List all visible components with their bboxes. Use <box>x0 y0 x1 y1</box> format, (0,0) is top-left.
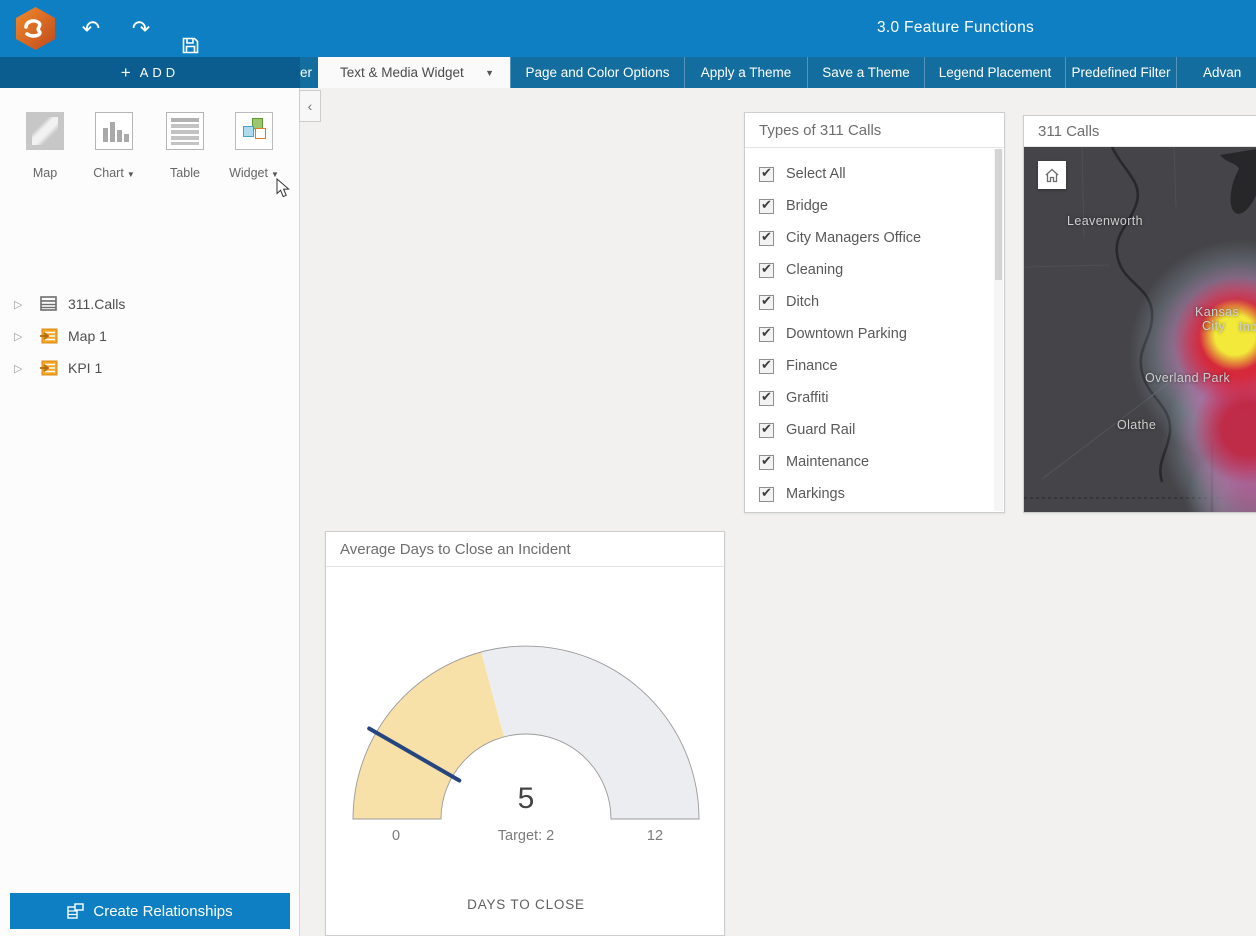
tree-item-311-calls[interactable]: ▷ 311.Calls <box>0 288 300 320</box>
dashboard-logo <box>16 7 55 50</box>
page-title: 3.0 Feature Functions <box>877 19 1035 36</box>
relationships-icon <box>67 903 85 919</box>
gauge-target-label: Target: 2 <box>497 828 555 844</box>
tab-text-media-widget[interactable]: Text & Media Widget ▼ <box>318 57 510 88</box>
table-icon <box>40 296 57 311</box>
checkbox-checked-icon[interactable] <box>759 325 774 342</box>
home-icon <box>1045 168 1059 182</box>
checkbox-checked-icon[interactable] <box>759 485 774 502</box>
checkbox-checked-icon[interactable] <box>759 261 774 278</box>
checkbox-row-bridge[interactable]: Bridge <box>745 190 1004 222</box>
map-label-city: City <box>1202 319 1226 333</box>
table-icon <box>166 112 204 150</box>
widget-squares-icon <box>235 112 273 150</box>
panel-title: Average Days to Close an Incident <box>326 532 724 567</box>
add-button[interactable]: + ADD <box>0 57 300 88</box>
checkbox-checked-icon[interactable] <box>759 421 774 438</box>
create-relationships-button[interactable]: Create Relationships <box>10 893 290 929</box>
types-of-311-calls-panel: Types of 311 Calls Select All Bridge Cit… <box>744 112 1005 513</box>
checkbox-checked-icon[interactable] <box>759 165 774 182</box>
gauge-footer-label: DAYS TO CLOSE <box>467 897 585 912</box>
gauge-min-label: 0 <box>391 828 401 844</box>
heatmap-map[interactable]: Leavenworth Kansas City Inc Overland Par… <box>1024 147 1256 512</box>
chevron-down-icon[interactable]: ▼ <box>485 68 494 78</box>
tab-page-color-options[interactable]: Page and Color Options <box>510 57 684 88</box>
sidebar-collapse-button[interactable]: ‹ <box>299 90 321 122</box>
checkbox-checked-icon[interactable] <box>759 229 774 246</box>
undo-button[interactable]: ↶ <box>71 0 111 57</box>
tab-legend-placement[interactable]: Legend Placement <box>924 57 1065 88</box>
layer-tree: ▷ 311.Calls ▷ Map 1 ▷ KPI 1 <box>0 288 300 384</box>
tree-item-kpi-1[interactable]: ▷ KPI 1 <box>0 352 300 384</box>
map-label-overland-park: Overland Park <box>1145 371 1231 385</box>
mouse-cursor-icon <box>276 178 290 198</box>
tree-item-map-1[interactable]: ▷ Map 1 <box>0 320 300 352</box>
average-days-gauge-panel: Average Days to Close an Incident 5 0 Ta… <box>325 531 725 936</box>
checkbox-row-maintenance[interactable]: Maintenance <box>745 446 1004 478</box>
expand-caret-icon[interactable]: ▷ <box>14 330 30 343</box>
checkbox-row-guard-rail[interactable]: Guard Rail <box>745 414 1004 446</box>
chevron-down-icon: ▼ <box>126 170 135 179</box>
save-button[interactable] <box>170 0 210 57</box>
gauge-chart <box>352 645 700 820</box>
map-label-kansas: Kansas <box>1195 305 1240 319</box>
checkbox-row-graffiti[interactable]: Graffiti <box>745 382 1004 414</box>
floppy-disk-icon <box>182 37 198 54</box>
checkbox-checked-icon[interactable] <box>759 293 774 310</box>
expand-caret-icon[interactable]: ▷ <box>14 298 30 311</box>
checkbox-checked-icon[interactable] <box>759 453 774 470</box>
tool-widget[interactable]: Widget ▼ <box>224 112 284 180</box>
tool-table[interactable]: Table <box>155 112 215 180</box>
expand-caret-icon[interactable]: ▷ <box>14 362 30 375</box>
gauge-value: 5 <box>517 782 535 815</box>
map-label-leavenworth: Leavenworth <box>1067 214 1143 228</box>
plus-icon: + <box>120 62 131 82</box>
bar-chart-icon <box>95 112 133 150</box>
checkbox-row-cleaning[interactable]: Cleaning <box>745 254 1004 286</box>
redo-button[interactable]: ↷ <box>121 0 161 57</box>
checkbox-row-ditch[interactable]: Ditch <box>745 286 1004 318</box>
checkbox-checked-icon[interactable] <box>759 357 774 374</box>
tool-map[interactable]: Map <box>15 112 75 180</box>
checkbox-row-finance[interactable]: Finance <box>745 350 1004 382</box>
call-type-checklist: Select All Bridge City Managers Office C… <box>745 148 1004 510</box>
map-thumbnail-icon <box>26 112 64 150</box>
scrollbar-thumb[interactable] <box>995 149 1002 280</box>
checkbox-row-markings[interactable]: Markings <box>745 478 1004 510</box>
layer-target-icon <box>40 360 58 376</box>
tab-apply-theme[interactable]: Apply a Theme <box>684 57 807 88</box>
checkbox-checked-icon[interactable] <box>759 389 774 406</box>
tool-chart[interactable]: Chart ▼ <box>84 112 144 180</box>
panel-title: 311 Calls <box>1024 116 1256 147</box>
checkbox-row-downtown-parking[interactable]: Downtown Parking <box>745 318 1004 350</box>
311-calls-map-panel: 311 Calls Leavenworth Kansas City Inc Ov… <box>1023 115 1256 513</box>
tab-advanced[interactable]: Advan <box>1176 57 1256 88</box>
tab-predefined-filter[interactable]: Predefined Filter <box>1065 57 1176 88</box>
checkbox-row-select-all[interactable]: Select All <box>745 158 1004 190</box>
map-label-olathe: Olathe <box>1117 418 1157 432</box>
tab-save-theme[interactable]: Save a Theme <box>807 57 924 88</box>
app-header: ↶ ↷ 3.0 Feature Functions <box>0 0 1256 57</box>
home-extent-button[interactable] <box>1038 161 1066 189</box>
layer-target-icon <box>40 328 58 344</box>
tab-partial[interactable]: er <box>300 57 318 88</box>
tab-strip: er Text & Media Widget ▼ Page and Color … <box>300 57 1256 88</box>
builder-sidebar: Map Chart▼ Table Widget▼ ▷ 311.Calls ▷ <box>0 88 300 936</box>
checkbox-checked-icon[interactable] <box>759 197 774 214</box>
scrollbar-track[interactable] <box>994 149 1003 511</box>
panel-title: Types of 311 Calls <box>745 113 1004 148</box>
checkbox-row-city-managers-office[interactable]: City Managers Office <box>745 222 1004 254</box>
map-label-independence-fragment: Inc <box>1239 320 1256 334</box>
gauge-max-label: 12 <box>646 828 664 844</box>
